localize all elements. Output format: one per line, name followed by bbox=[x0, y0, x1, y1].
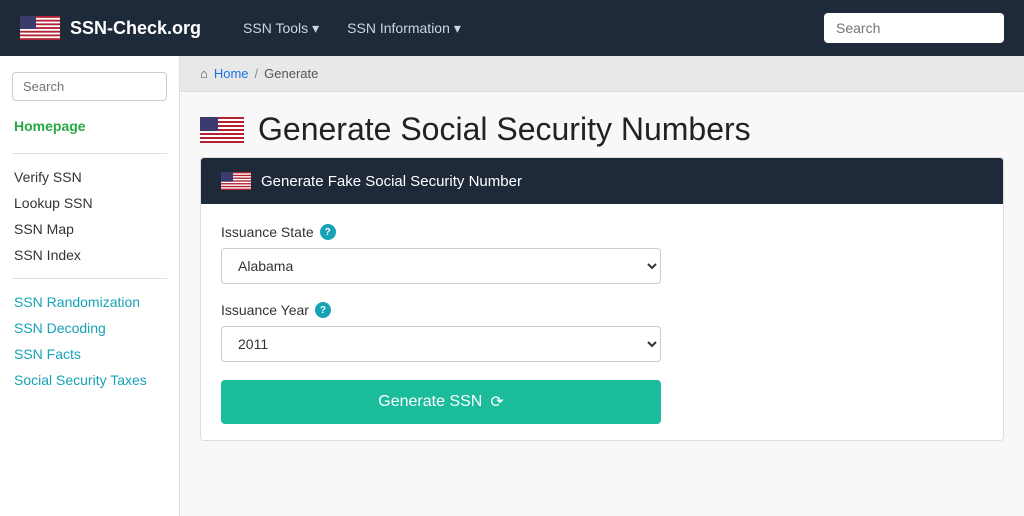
issuance-year-group: Issuance Year ? 201020112012201320142015… bbox=[221, 302, 983, 362]
sidebar-search-input[interactable] bbox=[12, 72, 167, 101]
nav-ssn-information[interactable]: SSN Information ▾ bbox=[335, 12, 473, 45]
breadcrumb-current: Generate bbox=[264, 66, 318, 81]
sidebar-item-verify-ssn[interactable]: Verify SSN bbox=[12, 164, 167, 190]
issuance-year-select[interactable]: 2010201120122013201420152016201720182019… bbox=[221, 326, 661, 362]
page-layout: Homepage Verify SSN Lookup SSN SSN Map S… bbox=[0, 56, 1024, 516]
home-icon: ⌂ bbox=[200, 66, 208, 81]
sidebar-item-ssn-index[interactable]: SSN Index bbox=[12, 242, 167, 268]
sidebar-item-ssn-map[interactable]: SSN Map bbox=[12, 216, 167, 242]
breadcrumb: ⌂ Home / Generate bbox=[180, 56, 1024, 92]
main-content: ⌂ Home / Generate Generate Social Securi… bbox=[180, 56, 1024, 516]
sidebar-item-ssn-randomization[interactable]: SSN Randomization bbox=[12, 289, 167, 315]
header-search-input[interactable] bbox=[824, 13, 1004, 43]
refresh-icon: ⟳ bbox=[490, 392, 503, 412]
page-flag-icon bbox=[200, 117, 244, 143]
issuance-year-help-icon[interactable]: ? bbox=[315, 302, 331, 318]
sidebar: Homepage Verify SSN Lookup SSN SSN Map S… bbox=[0, 56, 180, 516]
dropdown-arrow-icon: ▾ bbox=[312, 20, 319, 37]
page-title-wrap: Generate Social Security Numbers bbox=[180, 92, 1024, 157]
sidebar-item-lookup-ssn[interactable]: Lookup SSN bbox=[12, 190, 167, 216]
card-flag-icon bbox=[221, 172, 251, 190]
sidebar-item-social-security-taxes[interactable]: Social Security Taxes bbox=[12, 367, 167, 393]
sidebar-item-ssn-decoding[interactable]: SSN Decoding bbox=[12, 315, 167, 341]
sidebar-divider-2 bbox=[12, 278, 167, 279]
issuance-year-label: Issuance Year ? bbox=[221, 302, 983, 318]
main-header: SSN-Check.org SSN Tools ▾ SSN Informatio… bbox=[0, 0, 1024, 56]
dropdown-arrow-icon: ▾ bbox=[454, 20, 461, 37]
sidebar-item-homepage[interactable]: Homepage bbox=[12, 113, 167, 139]
breadcrumb-home-link[interactable]: Home bbox=[214, 66, 249, 81]
card-body: Issuance State ? AlabamaAlaskaArizonaArk… bbox=[201, 204, 1003, 440]
page-title: Generate Social Security Numbers bbox=[258, 112, 751, 147]
card-header-title: Generate Fake Social Security Number bbox=[261, 173, 522, 190]
breadcrumb-separator: / bbox=[255, 66, 259, 81]
generate-btn-label: Generate SSN bbox=[378, 393, 482, 411]
generate-card: Generate Fake Social Security Number Iss… bbox=[200, 157, 1004, 441]
card-header: Generate Fake Social Security Number bbox=[201, 158, 1003, 204]
sidebar-item-ssn-facts[interactable]: SSN Facts bbox=[12, 341, 167, 367]
header-flag-icon bbox=[20, 16, 60, 40]
header-search-wrap bbox=[824, 13, 1004, 43]
generate-ssn-button[interactable]: Generate SSN ⟳ bbox=[221, 380, 661, 424]
issuance-state-help-icon[interactable]: ? bbox=[320, 224, 336, 240]
issuance-state-label: Issuance State ? bbox=[221, 224, 983, 240]
nav-ssn-tools[interactable]: SSN Tools ▾ bbox=[231, 12, 331, 45]
issuance-state-select[interactable]: AlabamaAlaskaArizonaArkansasCaliforniaCo… bbox=[221, 248, 661, 284]
site-brand: SSN-Check.org bbox=[70, 18, 201, 39]
main-nav: SSN Tools ▾ SSN Information ▾ bbox=[231, 12, 824, 45]
issuance-state-group: Issuance State ? AlabamaAlaskaArizonaArk… bbox=[221, 224, 983, 284]
sidebar-divider-1 bbox=[12, 153, 167, 154]
